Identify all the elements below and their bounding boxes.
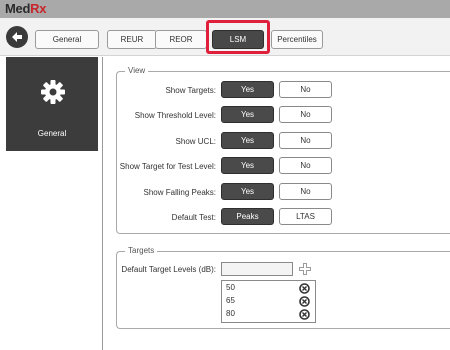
show-target-test-level-yes-button[interactable]: Yes xyxy=(221,157,274,174)
show-ucl-yes-button[interactable]: Yes xyxy=(221,132,274,149)
show-threshold-yes-button[interactable]: Yes xyxy=(221,106,274,123)
list-item: 80 xyxy=(226,309,235,318)
show-falling-peaks-label: Show Falling Peaks: xyxy=(143,188,216,197)
tab-reur[interactable]: REUR xyxy=(107,30,157,49)
default-target-levels-label: Default Target Levels (dB): xyxy=(121,265,216,274)
show-ucl-label: Show UCL: xyxy=(175,137,216,146)
remove-icon[interactable] xyxy=(299,283,310,294)
tab-reor[interactable]: REOR xyxy=(155,30,207,49)
back-arrow-icon xyxy=(12,32,22,42)
target-level-value: 65 xyxy=(226,296,235,305)
show-threshold-no-button[interactable]: No xyxy=(279,106,332,123)
active-tab-highlight xyxy=(206,20,270,54)
medrx-logo: MedRx xyxy=(5,1,46,16)
logo-accent-text: Rx xyxy=(30,1,47,16)
targets-group-title: Targets xyxy=(125,246,158,255)
target-level-value: 80 xyxy=(226,309,235,318)
remove-icon[interactable] xyxy=(299,296,310,307)
show-targets-no-button[interactable]: No xyxy=(279,81,332,98)
show-falling-peaks-yes-button[interactable]: Yes xyxy=(221,183,274,200)
remove-icon[interactable] xyxy=(299,309,310,320)
list-item: 50 xyxy=(226,283,235,292)
target-levels-list: 50 65 80 xyxy=(221,280,316,323)
logo-text: Med xyxy=(5,1,31,16)
view-group-title: View xyxy=(125,66,149,75)
target-level-value: 50 xyxy=(226,283,235,292)
plus-icon[interactable] xyxy=(298,262,312,276)
target-level-input[interactable] xyxy=(221,262,293,276)
show-targets-label: Show Targets: xyxy=(165,86,216,95)
show-targets-yes-button[interactable]: Yes xyxy=(221,81,274,98)
gear-icon xyxy=(41,80,65,104)
tab-general[interactable]: General xyxy=(35,30,99,49)
show-target-test-level-no-button[interactable]: No xyxy=(279,157,332,174)
tab-percentiles[interactable]: Percentiles xyxy=(271,30,323,49)
list-item: 65 xyxy=(226,296,235,305)
default-test-peaks-button[interactable]: Peaks xyxy=(221,208,274,225)
default-test-ltas-button[interactable]: LTAS xyxy=(279,208,332,225)
left-panel: General xyxy=(0,57,103,350)
general-settings-tile[interactable]: General xyxy=(6,57,98,151)
show-target-test-level-label: Show Target for Test Level: xyxy=(119,162,216,171)
show-threshold-level-label: Show Threshold Level: xyxy=(134,111,216,120)
back-button[interactable] xyxy=(6,26,28,48)
general-label: General xyxy=(37,129,67,138)
default-test-label: Default Test: xyxy=(171,213,216,222)
title-bar: MedRx xyxy=(0,0,450,18)
show-ucl-no-button[interactable]: No xyxy=(279,132,332,149)
show-falling-peaks-no-button[interactable]: No xyxy=(279,183,332,200)
